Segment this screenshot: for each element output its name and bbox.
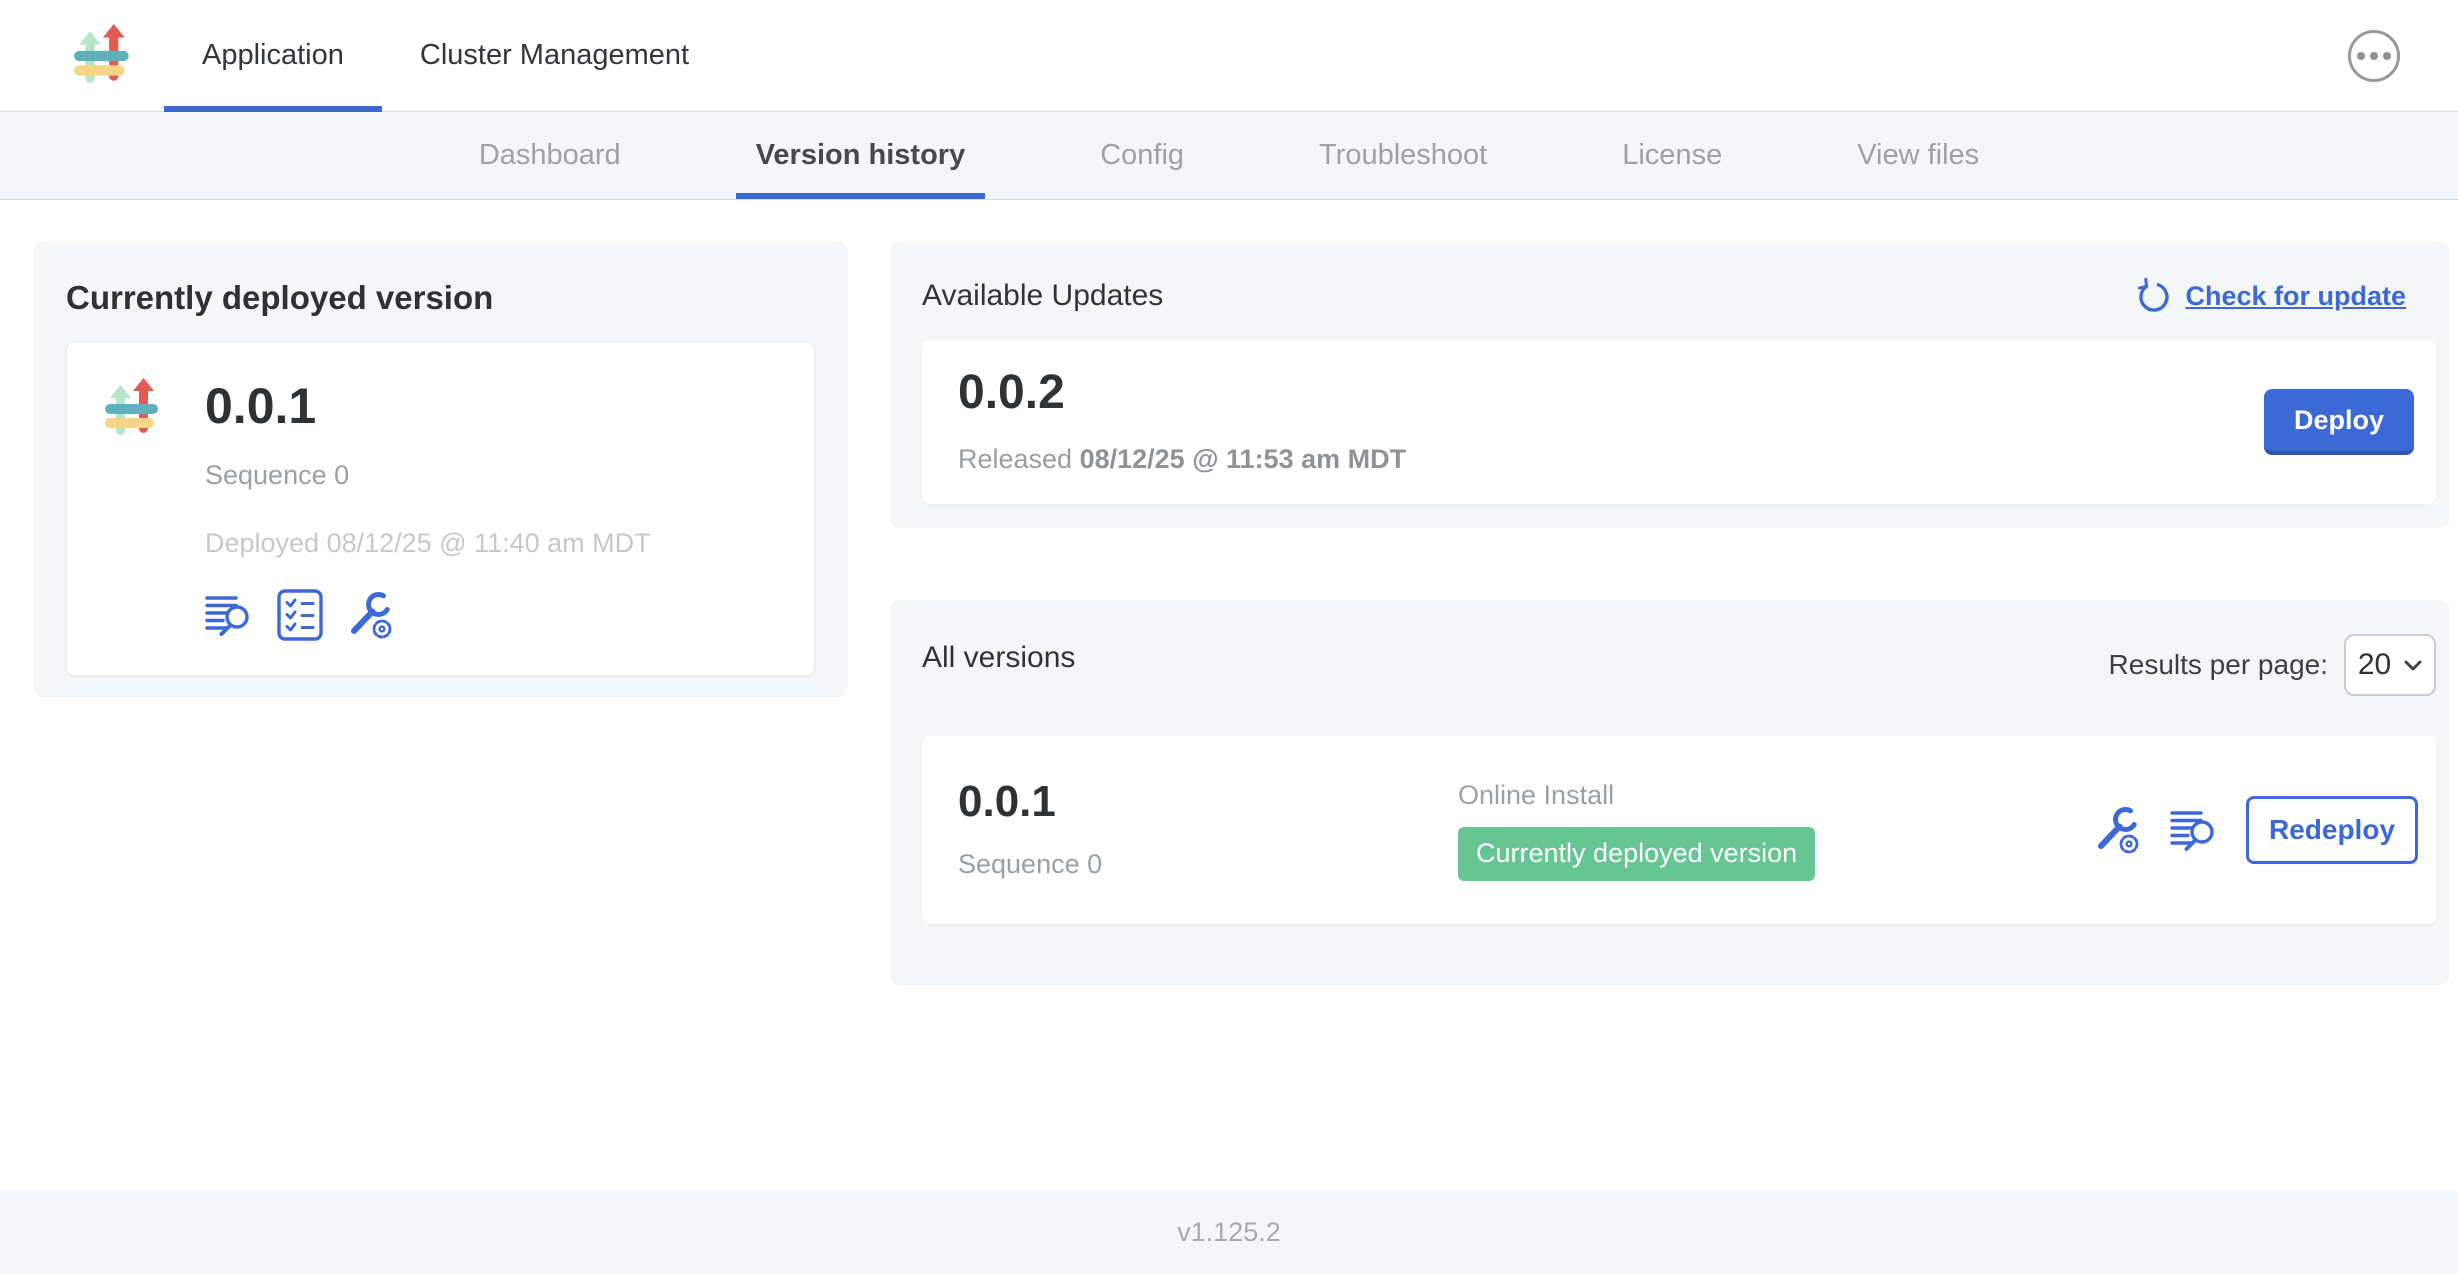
- available-updates-title: Available Updates: [922, 278, 1163, 314]
- preflight-checks-icon[interactable]: [277, 589, 323, 641]
- version-row: 0.0.1 Sequence 0 Online Install Currentl…: [922, 736, 2436, 924]
- tab-cluster-management-label: Cluster Management: [420, 39, 689, 72]
- overflow-menu-button[interactable]: [2348, 30, 2400, 82]
- admin-console-page: Application Cluster Management Dashboard…: [0, 0, 2458, 1274]
- console-footer: v1.125.2: [0, 1190, 2458, 1274]
- tab-config[interactable]: Config: [1080, 112, 1204, 199]
- edit-config-icon[interactable]: [347, 590, 395, 640]
- currently-deployed-panel: Currently deployed version 0.0.1 Sequenc…: [33, 242, 848, 697]
- header-tabs: Application Cluster Management: [164, 0, 727, 111]
- available-updates-panel: Available Updates Check for update 0.0.2: [890, 242, 2450, 528]
- check-for-update-label: Check for update: [2185, 281, 2406, 312]
- available-update-card: 0.0.2 Released 08/12/25 @ 11:53 am MDT D…: [922, 340, 2436, 504]
- tab-dashboard[interactable]: Dashboard: [459, 112, 641, 199]
- chevron-down-icon: [2404, 660, 2422, 671]
- tab-view-files-label: View files: [1857, 139, 1979, 172]
- results-per-page: Results per page: 20: [2109, 634, 2436, 696]
- release-notes-icon[interactable]: [205, 594, 253, 636]
- tab-version-history-label: Version history: [756, 139, 966, 172]
- all-versions-title: All versions: [922, 640, 1075, 676]
- check-for-update-link[interactable]: Check for update: [2136, 278, 2406, 314]
- version-history-content: Currently deployed version 0.0.1 Sequenc…: [0, 200, 2458, 1190]
- tab-application[interactable]: Application: [164, 0, 382, 111]
- redeploy-button[interactable]: Redeploy: [2246, 796, 2418, 864]
- deployed-sequence: Sequence 0: [205, 459, 651, 491]
- deployed-timestamp: Deployed 08/12/25 @ 11:40 am MDT: [205, 527, 651, 559]
- row-actions: Redeploy: [2094, 796, 2418, 864]
- tab-application-label: Application: [202, 39, 344, 72]
- all-versions-panel: All versions Results per page: 20: [890, 600, 2450, 985]
- row-version-number: 0.0.1: [958, 780, 1458, 824]
- refresh-icon: [2136, 278, 2172, 314]
- tab-cluster-management[interactable]: Cluster Management: [382, 0, 727, 111]
- edit-config-icon[interactable]: [2094, 805, 2142, 855]
- currently-deployed-title: Currently deployed version: [66, 278, 815, 318]
- update-version-number: 0.0.2: [958, 369, 1406, 417]
- app-header: Application Cluster Management: [0, 0, 2458, 112]
- subnav-tabs: Dashboard Version history Config Trouble…: [459, 112, 1999, 199]
- tab-license-label: License: [1622, 139, 1722, 172]
- row-install-type: Online Install: [1458, 779, 1815, 811]
- tab-troubleshoot-label: Troubleshoot: [1319, 139, 1487, 172]
- results-per-page-select[interactable]: 20: [2344, 634, 2436, 696]
- tab-view-files[interactable]: View files: [1837, 112, 1999, 199]
- results-per-page-label: Results per page:: [2109, 649, 2328, 681]
- deployed-version-card: 0.0.1 Sequence 0 Deployed 08/12/25 @ 11:…: [66, 342, 815, 676]
- ellipsis-icon: [2357, 52, 2365, 60]
- app-logo-icon: [72, 23, 138, 89]
- active-header-tab-underline: [164, 106, 382, 112]
- app-logo-icon: [103, 377, 167, 441]
- deployed-version-actions: [205, 589, 651, 641]
- deploy-button[interactable]: Deploy: [2264, 389, 2414, 455]
- console-version: v1.125.2: [1177, 1217, 1281, 1248]
- tab-config-label: Config: [1100, 139, 1184, 172]
- tab-version-history[interactable]: Version history: [736, 112, 986, 199]
- update-released-timestamp: Released 08/12/25 @ 11:53 am MDT: [958, 443, 1406, 475]
- tab-license[interactable]: License: [1602, 112, 1742, 199]
- release-notes-icon[interactable]: [2170, 809, 2218, 851]
- right-column: Available Updates Check for update 0.0.2: [890, 242, 2450, 985]
- results-per-page-value: 20: [2358, 648, 2391, 682]
- currently-deployed-badge: Currently deployed version: [1458, 827, 1815, 881]
- active-subnav-tab-underline: [736, 193, 986, 199]
- deployed-version-number: 0.0.1: [205, 379, 651, 433]
- tab-dashboard-label: Dashboard: [479, 139, 621, 172]
- app-subnav: Dashboard Version history Config Trouble…: [0, 112, 2458, 200]
- row-sequence: Sequence 0: [958, 848, 1458, 880]
- tab-troubleshoot[interactable]: Troubleshoot: [1299, 112, 1507, 199]
